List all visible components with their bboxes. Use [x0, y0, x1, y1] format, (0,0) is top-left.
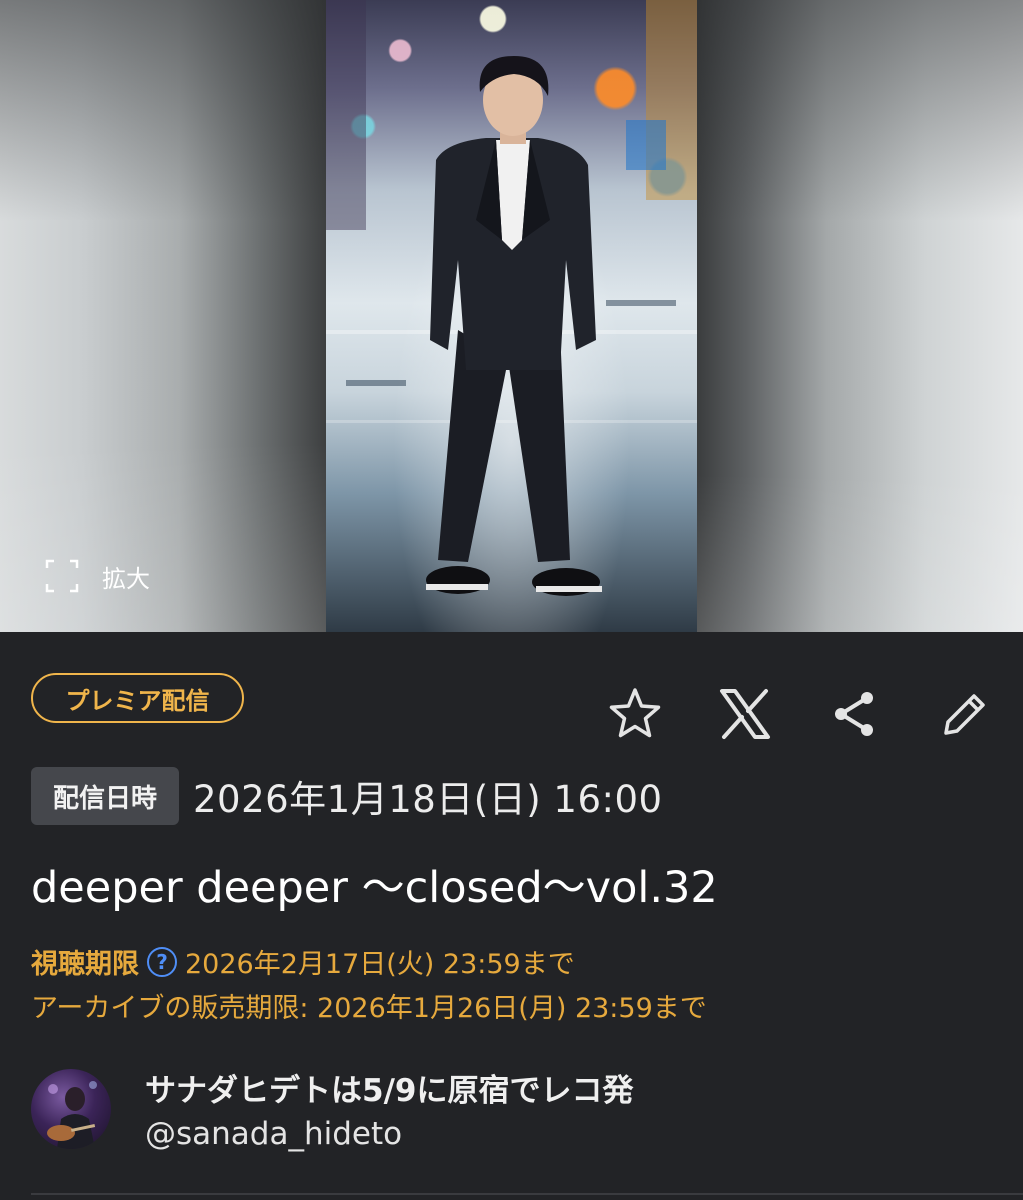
avatar[interactable] — [31, 1068, 111, 1149]
edit-button[interactable] — [935, 684, 995, 744]
favorite-button[interactable] — [605, 684, 665, 744]
expand-icon — [44, 558, 80, 594]
expand-label: 拡大 — [102, 564, 150, 593]
share-x-button[interactable] — [715, 684, 775, 744]
share-icon — [835, 692, 873, 736]
performer-photo — [326, 0, 697, 596]
creator-handle[interactable]: @sanada_hideto — [145, 1116, 633, 1152]
viewing-deadline-row: 視聴期限 ? 2026年2月17日(火) 23:59まで — [31, 942, 575, 981]
creator-avatar-image — [47, 1080, 97, 1149]
hero-blurred-background-right — [696, 0, 1023, 632]
action-toolbar — [605, 684, 995, 744]
stream-datetime: 2026年1月18日(日) 16:00 — [193, 778, 663, 821]
creator-name[interactable]: サナダヒデトは5/9に原宿でレコ発 — [145, 1065, 633, 1110]
hero-image-area: 拡大 — [0, 0, 1023, 632]
event-key-visual[interactable] — [326, 0, 697, 632]
pencil-icon — [944, 694, 985, 735]
viewing-deadline-value: 2026年2月17日(火) 23:59まで — [185, 949, 575, 980]
event-title: deeper deeper ～closed～vol.32 — [31, 863, 718, 913]
archive-sale-deadline: アーカイブの販売期限: 2026年1月26日(月) 23:59まで — [31, 993, 707, 1024]
help-icon[interactable]: ? — [147, 946, 177, 977]
creator-text: サナダヒデトは5/9に原宿でレコ発 @sanada_hideto — [145, 1065, 633, 1152]
x-logo-icon — [720, 689, 770, 739]
viewing-deadline-label: 視聴期限 — [31, 949, 139, 980]
section-divider — [31, 1193, 1023, 1195]
expand-button[interactable]: 拡大 — [44, 556, 150, 596]
schedule-label-chip: 配信日時 — [31, 767, 180, 825]
schedule-row: 配信日時 2026年1月18日(日) 16:00 — [31, 767, 663, 825]
creator-profile[interactable]: サナダヒデトは5/9に原宿でレコ発 @sanada_hideto — [31, 1065, 633, 1152]
premiere-badge: プレミア配信 — [31, 673, 244, 723]
star-outline-icon — [609, 688, 661, 738]
hero-blurred-background-left — [0, 0, 326, 632]
share-button[interactable] — [825, 684, 885, 744]
